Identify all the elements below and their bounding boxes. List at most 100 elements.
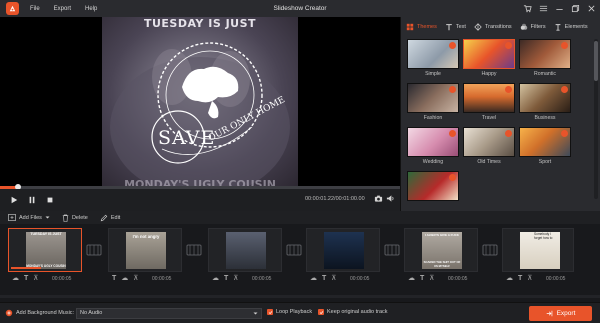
badge-save-text: SAVE xyxy=(158,127,216,149)
tab-filters[interactable]: Filters xyxy=(520,23,546,31)
audio-icon[interactable]: ☁ xyxy=(212,274,219,282)
delete-label: Delete xyxy=(71,214,88,221)
clip-progress xyxy=(11,267,41,269)
audio-icon[interactable]: ☁ xyxy=(408,274,415,282)
theme-label: Travel xyxy=(481,115,497,121)
filter-icon[interactable]: ⊼ xyxy=(133,274,138,282)
text-icon[interactable]: T xyxy=(24,275,28,282)
filter-icon[interactable]: ⊼ xyxy=(331,274,336,282)
export-icon xyxy=(546,310,552,317)
cart-icon[interactable] xyxy=(522,3,532,13)
theme-sport[interactable]: Sport xyxy=(519,127,571,165)
add-files-label: Add Files xyxy=(19,214,42,221)
timeline-clip[interactable]: I ALWAYS GIVE A FUCK SCARED THE SHIT OUT… xyxy=(404,228,478,272)
add-files-icon xyxy=(8,214,16,221)
theme-simple[interactable]: Simple xyxy=(407,39,459,77)
download-icon xyxy=(449,130,456,137)
filter-icon[interactable]: ⊼ xyxy=(429,274,434,282)
menu-help[interactable]: Help xyxy=(85,6,97,12)
stop-icon[interactable] xyxy=(44,194,56,206)
transition-icon[interactable] xyxy=(384,242,400,258)
add-files-button[interactable]: Add Files xyxy=(8,214,50,221)
theme-christmas[interactable] xyxy=(407,171,459,203)
themes-icon xyxy=(406,23,414,31)
clip-tools: ☁ T ⊼ xyxy=(12,274,38,283)
theme-label: Romantic xyxy=(534,71,556,77)
video-preview[interactable]: TUESDAY IS JUST SAVE OUR ONLY HOME MONDA… xyxy=(0,17,400,186)
clip-thumbnail: I ALWAYS GIVE A FUCK SCARED THE SHIT OUT… xyxy=(422,232,462,269)
audio-icon[interactable]: ☁ xyxy=(506,274,513,282)
timeline-clip[interactable] xyxy=(306,228,380,272)
transition-icon[interactable] xyxy=(482,242,498,258)
timeline-clip[interactable]: TUESDAY IS JUST MONDAY'S UGLY COUSIN xyxy=(8,228,82,272)
menu-icon[interactable] xyxy=(538,3,548,13)
close-icon[interactable] xyxy=(586,3,596,13)
minimize-icon[interactable] xyxy=(554,3,564,13)
menu-export[interactable]: Export xyxy=(54,6,71,12)
tab-transitions[interactable]: Transitions xyxy=(474,23,512,31)
filter-icon[interactable]: ⊼ xyxy=(233,274,238,282)
text-icon[interactable]: T xyxy=(518,275,522,282)
tab-text[interactable]: Text xyxy=(445,23,466,31)
theme-business[interactable]: Business xyxy=(519,83,571,121)
restore-icon[interactable] xyxy=(570,3,580,13)
delete-button[interactable]: Delete xyxy=(62,214,88,222)
theme-romantic[interactable]: Romantic xyxy=(519,39,571,77)
timeline-scrollbar[interactable] xyxy=(0,295,600,298)
add-circle-icon xyxy=(5,309,13,317)
background-music-select[interactable]: No Audio xyxy=(76,308,262,319)
export-button[interactable]: Export xyxy=(529,306,592,321)
timeline-clip[interactable]: I'm not angry xyxy=(108,228,182,272)
text-icon[interactable]: T xyxy=(322,275,326,282)
clip-caption-top: I'm not angry xyxy=(132,234,160,239)
transition-icon[interactable] xyxy=(186,242,202,258)
pause-icon[interactable] xyxy=(26,194,38,206)
playback-controls: 00:00:01.22/00:01:00.00 xyxy=(0,189,400,211)
theme-label: Simple xyxy=(425,71,441,77)
menu-file[interactable]: File xyxy=(30,6,40,12)
scrollbar-thumb[interactable] xyxy=(594,41,598,81)
timeline-clip[interactable]: Somebody I forget how to xyxy=(502,228,574,272)
clip-caption-bottom: SCARED THE SHIT OUT OF US MYSELF xyxy=(423,260,461,268)
theme-wedding[interactable]: Wedding xyxy=(407,127,459,165)
filter-icon[interactable]: ⊼ xyxy=(527,274,532,282)
timeline: TUESDAY IS JUST MONDAY'S UGLY COUSIN ☁ T… xyxy=(0,224,600,302)
filter-icon[interactable]: ⊼ xyxy=(33,274,38,282)
text-icon[interactable]: T xyxy=(112,275,116,282)
audio-icon[interactable]: ☁ xyxy=(121,274,128,282)
theme-old-times[interactable]: Old Times xyxy=(463,127,515,165)
transition-icon[interactable] xyxy=(286,242,302,258)
clip-tools: T ☁ ⊼ xyxy=(112,274,138,283)
download-icon xyxy=(505,130,512,137)
themes-scrollbar[interactable] xyxy=(594,39,598,199)
theme-happy[interactable]: Happy xyxy=(463,39,515,77)
transition-icon[interactable] xyxy=(86,242,102,258)
tab-elements[interactable]: Elements xyxy=(554,23,588,31)
edit-button[interactable]: Edit xyxy=(100,214,120,222)
audio-icon[interactable]: ☁ xyxy=(310,274,317,282)
timeline-clip[interactable] xyxy=(208,228,282,272)
clip-duration: 00:00:05 xyxy=(546,276,566,282)
clip-caption-top: Somebody I forget how to xyxy=(534,232,553,240)
text-icon[interactable]: T xyxy=(420,275,424,282)
loop-playback-checkbox[interactable]: Loop Playback xyxy=(267,309,312,315)
app-logo xyxy=(6,2,19,15)
add-music-button[interactable]: Add Background Music: xyxy=(5,309,74,317)
keep-audio-checkbox[interactable]: Keep original audio track xyxy=(318,309,388,315)
theme-label: Wedding xyxy=(422,159,444,165)
clip-duration: 00:00:05 xyxy=(152,276,172,282)
snapshot-camera-icon[interactable] xyxy=(374,194,383,205)
audio-icon[interactable]: ☁ xyxy=(12,274,19,282)
text-icon[interactable]: T xyxy=(224,275,228,282)
clip-caption-top: TUESDAY IS JUST xyxy=(30,232,62,236)
clip-tools: ☁ T ⊼ xyxy=(506,274,532,283)
download-icon xyxy=(449,174,456,181)
theme-label: Sport xyxy=(538,159,552,165)
tab-themes[interactable]: Themes xyxy=(406,23,437,31)
clip-tools: ☁ T ⊼ xyxy=(408,274,434,283)
theme-travel[interactable]: Travel xyxy=(463,83,515,121)
title-bar: File Export Help Slideshow Creator xyxy=(0,0,600,17)
volume-icon[interactable] xyxy=(386,194,395,205)
theme-fashion[interactable]: Fashion xyxy=(407,83,459,121)
play-icon[interactable] xyxy=(8,194,20,206)
